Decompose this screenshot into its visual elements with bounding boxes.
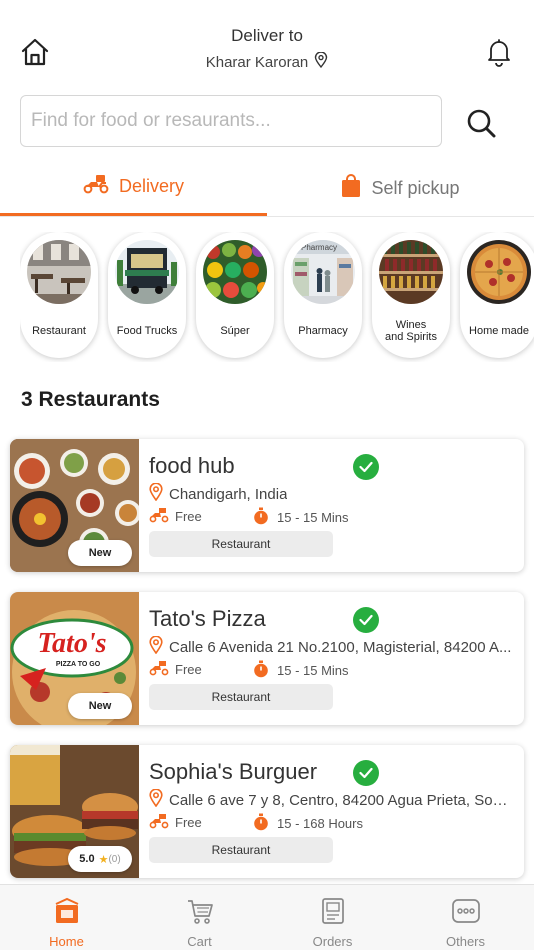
restaurant-count-title: 3 Restaurants [21, 388, 160, 411]
new-badge: New [68, 540, 132, 566]
nav-home-label: Home [49, 934, 84, 949]
category-super-image [203, 240, 267, 304]
category-food-trucks[interactable]: Food Trucks [108, 232, 186, 358]
category-pharmacy[interactable]: Pharmacy Pharmacy [284, 232, 362, 358]
order-mode-tabs: Delivery Self pickup [0, 160, 534, 217]
delivery-time: 15 - 15 Mins [277, 663, 349, 678]
restaurant-image: Tato's PIZZA TO GO New [10, 592, 139, 725]
restaurant-type-tag: Restaurant [149, 837, 333, 863]
delivery-fee: Free [175, 509, 202, 524]
verified-check-icon [353, 760, 379, 786]
category-label: Food Trucks [116, 325, 178, 337]
restaurant-name[interactable]: Tato's Pizza [149, 606, 266, 632]
category-wines-and-spirits[interactable]: Wines and Spirits [372, 232, 450, 358]
delivery-scooter-icon [149, 507, 169, 526]
verified-check-icon [353, 454, 379, 480]
tab-self-pickup[interactable]: Self pickup [267, 160, 534, 216]
rating-value: 5.0 [79, 853, 95, 865]
category-restaurant[interactable]: Restaurant [20, 232, 98, 358]
tab-delivery[interactable]: Delivery [0, 160, 267, 216]
timer-icon [253, 813, 269, 834]
pharmacy-sign-text: Pharmacy [301, 243, 337, 252]
delivery-scooter-icon [149, 660, 169, 679]
nav-orders[interactable]: Orders [266, 885, 399, 950]
category-label: Restaurant [32, 325, 86, 337]
restaurant-address: Calle 6 Avenida 21 No.2100, Magisterial,… [169, 638, 512, 656]
category-home-made[interactable]: Home made [460, 232, 534, 358]
restaurant-type-tag: Restaurant [149, 684, 333, 710]
nav-others[interactable]: Others [399, 885, 532, 950]
category-super[interactable]: Súper [196, 232, 274, 358]
category-carousel[interactable]: Restaurant Food Trucks Súper Pharmacy Ph… [20, 232, 534, 362]
category-wines-image [379, 240, 443, 304]
restaurant-card[interactable]: Tato's PIZZA TO GO New Tato's Pizza Call… [10, 592, 524, 725]
location-pin-icon[interactable] [314, 51, 328, 72]
nav-cart-label: Cart [187, 934, 212, 949]
location-pin-icon [149, 635, 163, 658]
category-food-trucks-image [115, 240, 179, 304]
category-label: Home made [469, 325, 529, 337]
category-pharmacy-image: Pharmacy [291, 240, 355, 304]
timer-icon [253, 507, 269, 528]
new-badge: New [68, 693, 132, 719]
home-bag-icon [52, 896, 82, 926]
verified-check-icon [353, 607, 379, 633]
location-pin-icon [149, 788, 163, 811]
rating-badge: 5.0 ★ (0) [68, 846, 132, 872]
restaurant-address: Calle 6 ave 7 y 8, Centro, 84200 Agua Pr… [169, 791, 515, 809]
restaurant-name[interactable]: food hub [149, 453, 235, 479]
cart-icon [185, 896, 215, 926]
delivery-scooter-icon [83, 174, 109, 199]
more-icon [451, 896, 481, 926]
header: Deliver to Kharar Karoran [0, 0, 534, 90]
current-location[interactable]: Kharar Karoran [206, 54, 309, 71]
nav-orders-label: Orders [312, 934, 353, 949]
rating-count: (0) [108, 853, 121, 865]
shopping-bag-icon [341, 173, 361, 203]
location-pin-icon [149, 482, 163, 505]
restaurant-card[interactable]: 5.0 ★ (0) Sophia's Burguer Calle 6 ave 7 … [10, 745, 524, 878]
restaurant-image: 5.0 ★ (0) [10, 745, 139, 878]
notification-bell-icon[interactable] [484, 37, 514, 67]
tatos-logo-text: Tato's [38, 628, 107, 659]
restaurant-address: Chandigarh, India [169, 485, 288, 503]
category-restaurant-image [27, 240, 91, 304]
search-input[interactable] [21, 96, 441, 146]
delivery-time: 15 - 168 Hours [277, 816, 363, 831]
deliver-to[interactable]: Deliver to Kharar Karoran [0, 26, 534, 72]
tab-self-pickup-label: Self pickup [371, 177, 460, 198]
category-home-made-image [467, 240, 531, 304]
nav-home[interactable]: Home [0, 885, 133, 950]
category-label: Súper [220, 325, 250, 337]
delivery-time: 15 - 15 Mins [277, 510, 349, 525]
delivery-scooter-icon [149, 813, 169, 832]
timer-icon [253, 660, 269, 681]
restaurant-card[interactable]: New food hub Chandigarh, India Free 15 -… [10, 439, 524, 572]
delivery-fee: Free [175, 815, 202, 830]
new-badge-label: New [88, 700, 112, 712]
delivery-fee: Free [175, 662, 202, 677]
nav-others-label: Others [445, 934, 485, 949]
restaurant-name[interactable]: Sophia's Burguer [149, 759, 317, 785]
tab-delivery-label: Delivery [118, 176, 184, 196]
search-icon[interactable] [464, 106, 498, 140]
deliver-to-label: Deliver to [231, 26, 303, 45]
tatos-logo-subtext: PIZZA TO GO [56, 661, 101, 668]
category-label: Pharmacy [298, 325, 348, 337]
restaurant-image: New [10, 439, 139, 572]
nav-cart[interactable]: Cart [133, 885, 266, 950]
star-icon: ★ [98, 853, 109, 866]
bottom-navigation: Home Cart Orders Others [0, 884, 534, 950]
new-badge-label: New [88, 547, 112, 559]
category-label: Wines and Spirits [385, 319, 437, 343]
search-box [20, 95, 442, 147]
orders-icon [318, 896, 348, 926]
restaurant-type-tag: Restaurant [149, 531, 333, 557]
